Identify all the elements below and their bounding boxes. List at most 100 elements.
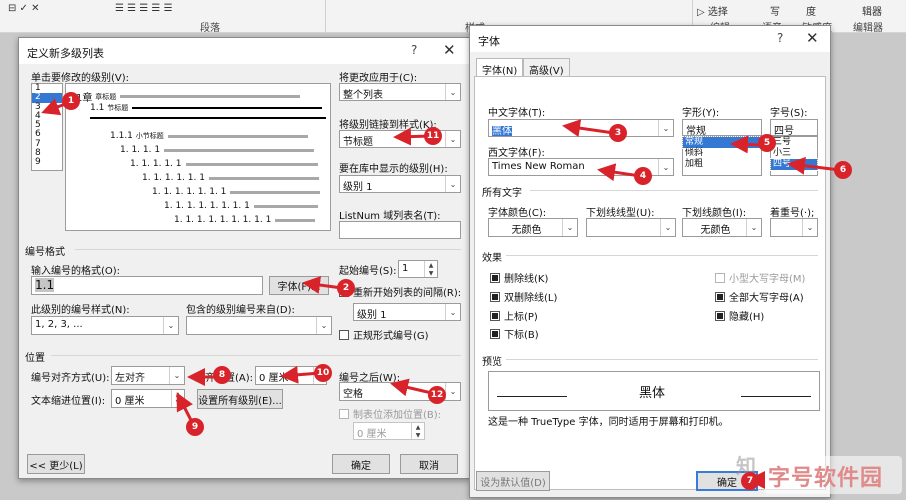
marker-9: 9 <box>186 418 204 436</box>
multilevel-cancel-button[interactable]: 取消 <box>400 454 458 474</box>
chevron-down-icon: ⌄ <box>445 304 460 320</box>
level-preview: 1章 章标题 1.1 节标题 1.1.1 小节标题 1. 1. 1. 1 1. … <box>65 83 331 231</box>
checkbox-disabled-icon <box>339 409 349 419</box>
emphasis-label: 着重号(·); <box>770 208 815 219</box>
hidden-checkbox[interactable]: 隐藏(H) <box>715 308 764 323</box>
latin-font-label: 西文字体(F): <box>488 148 545 159</box>
preview-l2: 1.1 <box>90 103 105 113</box>
font-dialog-title: 字体 <box>478 35 500 48</box>
double-strike-checkbox[interactable]: 双删除线(L) <box>490 289 557 304</box>
gallery-level-label: 要在库中显示的级别(H): <box>339 164 448 175</box>
start-at-spinner[interactable]: 1 ▲ ▼ <box>398 260 438 278</box>
editor-group-label: 编辑器 <box>853 23 883 34</box>
restart-dropdown[interactable]: 级别 1 ⌄ <box>353 303 461 321</box>
select-icon: ▷ <box>697 7 708 18</box>
checkbox-checked-icon[interactable] <box>490 329 500 339</box>
chevron-down-icon: ⌄ <box>163 317 178 334</box>
number-format-input[interactable]: 1.1 <box>31 276 263 295</box>
font-style-option[interactable]: 倾斜 <box>683 148 761 159</box>
checkbox-checked-icon[interactable] <box>715 311 725 321</box>
checkbox-icon[interactable] <box>339 330 349 340</box>
font-size-option[interactable]: 小三 <box>771 148 817 159</box>
preview-l6: 1. 1. 1. 1. 1. 1 <box>142 173 205 183</box>
subscript-checkbox[interactable]: 下标(B) <box>490 326 539 341</box>
all-caps-checkbox[interactable]: 全部大写字母(A) <box>715 289 804 304</box>
restart-checkbox[interactable]: 重新开始列表的间隔(R): <box>339 284 461 299</box>
font-preview-text: 黑体 <box>639 386 666 401</box>
font-size-option[interactable]: 三号 <box>771 137 817 148</box>
editor-top-label[interactable]: 辑器 <box>862 3 882 18</box>
chevron-down-icon: ⌄ <box>445 131 460 147</box>
font-size-list[interactable]: 三号 小三 四号 <box>770 136 818 176</box>
tab-stop-spinner: 0 厘米 ▲ ▼ <box>353 422 425 440</box>
sensitivity-top-label[interactable]: 度 <box>806 3 816 18</box>
marker-12: 12 <box>428 386 446 404</box>
font-style-input[interactable]: 常规 <box>682 119 762 136</box>
chevron-down-icon: ⌄ <box>660 219 675 236</box>
level-item[interactable]: 9 <box>32 158 62 168</box>
help-icon[interactable]: ? <box>777 31 783 45</box>
number-style-dropdown[interactable]: 1, 2, 3, ... ⌄ <box>31 316 179 335</box>
select-button[interactable]: ▷ 选择 <box>697 3 728 18</box>
preview-l3-title: 小节标题 <box>135 132 164 140</box>
include-from-label: 包含的级别编号来自(D): <box>186 305 295 316</box>
watermark-logo: 字号软件园 <box>764 456 902 494</box>
font-size-input[interactable]: 四号 <box>770 119 818 136</box>
help-icon[interactable]: ? <box>411 43 417 57</box>
font-color-dropdown[interactable]: 无颜色 ⌄ <box>488 218 578 237</box>
checkbox-checked-icon[interactable] <box>490 292 500 302</box>
checkbox-disabled-icon <box>715 273 725 283</box>
close-icon[interactable]: ✕ <box>806 29 819 47</box>
text-indent-spinner[interactable]: 0 厘米 ▲ ▼ <box>111 389 185 408</box>
marker-8: 8 <box>213 366 231 384</box>
effects-section: 效果 <box>482 253 502 264</box>
font-preview-note: 这是一种 TrueType 字体，同时适用于屏幕和打印机。 <box>488 417 729 428</box>
number-format-section: 编号格式 <box>25 247 65 258</box>
tab-stop-checkbox: 制表位添加位置(B): <box>339 406 441 421</box>
apply-to-dropdown[interactable]: 整个列表 ⌄ <box>339 83 461 101</box>
write-label[interactable]: 写 <box>770 3 780 18</box>
spinner-arrows-icon[interactable]: ▲▼ <box>171 390 184 407</box>
multilevel-ok-button[interactable]: 确定 <box>332 454 390 474</box>
alignment-label: 编号对齐方式(U): <box>31 373 110 384</box>
font-size-option[interactable]: 四号 <box>770 158 818 171</box>
preview-l1-title: 章标题 <box>95 92 117 101</box>
alignment-dropdown[interactable]: 左对齐 ⌄ <box>111 366 185 385</box>
checkbox-checked-icon[interactable] <box>490 273 500 283</box>
preview-l7: 1. 1. 1. 1. 1. 1. 1 <box>152 187 227 197</box>
chevron-down-icon: ⌄ <box>169 367 184 384</box>
ribbon-format-icons[interactable]: ⊟ ✓ ✕ <box>8 3 40 14</box>
strike-checkbox[interactable]: 删除线(K) <box>490 270 548 285</box>
listnum-label: ListNum 域列表名(T): <box>339 211 441 222</box>
chevron-down-icon: ⌄ <box>562 219 577 236</box>
close-icon[interactable]: ✕ <box>443 41 456 59</box>
gallery-level-dropdown[interactable]: 级别 1 ⌄ <box>339 175 461 193</box>
enter-format-label: 输入编号的格式(O): <box>31 266 121 277</box>
cjk-font-label: 中文字体(T): <box>488 108 546 119</box>
cjk-font-dropdown[interactable]: 黑体 ⌄ <box>488 119 674 137</box>
include-from-dropdown[interactable]: ⌄ <box>186 316 332 335</box>
listnum-input[interactable] <box>339 221 461 239</box>
ribbon-align-icons[interactable]: ☰ ☰ ☰ ☰ ☰ <box>115 3 173 14</box>
link-style-dropdown[interactable]: 节标题 ⌄ <box>339 130 461 148</box>
font-style-option[interactable]: 加粗 <box>683 159 761 170</box>
font-style-list[interactable]: 常规 倾斜 加粗 <box>682 136 762 176</box>
underline-style-dropdown[interactable]: ⌄ <box>586 218 676 237</box>
emphasis-dropdown[interactable]: ⌄ <box>770 218 818 237</box>
chevron-down-icon: ⌄ <box>658 159 673 175</box>
superscript-checkbox[interactable]: 上标(P) <box>490 308 538 323</box>
link-style-label: 将级别链接到样式(K): <box>339 120 437 131</box>
legal-checkbox[interactable]: 正规形式编号(G) <box>339 327 429 342</box>
all-text-section: 所有文字 <box>482 188 522 199</box>
font-style-option[interactable]: 常规 <box>682 136 762 149</box>
checkbox-checked-icon[interactable] <box>490 311 500 321</box>
spinner-arrows-icon[interactable]: ▲▼ <box>424 261 437 277</box>
set-all-levels-button[interactable]: 设置所有级别(E)... <box>197 389 283 409</box>
checkbox-checked-icon[interactable] <box>715 292 725 302</box>
less-button[interactable]: << 更少(L) <box>27 454 85 474</box>
level-list[interactable]: 123456789 <box>31 83 63 171</box>
number-style-label: 此级别的编号样式(N): <box>31 305 130 316</box>
font-button[interactable]: 字体(F)... <box>269 276 329 295</box>
set-default-button[interactable]: 设为默认值(D) <box>476 471 550 491</box>
underline-color-dropdown[interactable]: 无颜色 ⌄ <box>682 218 762 237</box>
